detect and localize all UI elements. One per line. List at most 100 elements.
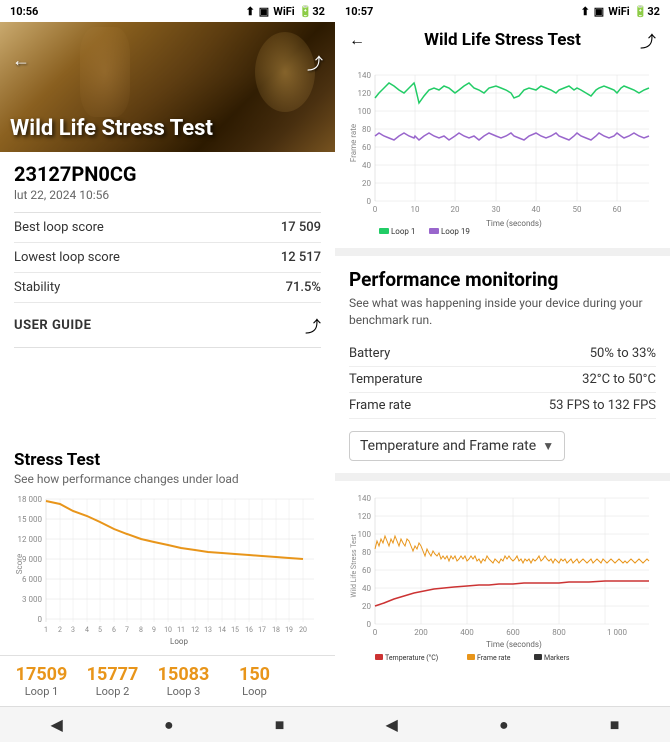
svg-text:16: 16 [245,626,253,634]
svg-text:10: 10 [164,626,172,634]
svg-text:0: 0 [373,205,378,214]
perf-row-battery: Battery 50% to 33% [349,341,656,367]
svg-text:1 000: 1 000 [607,628,627,637]
nav-bar-right: ◀ ● ■ [335,706,670,742]
perf-val-temp: 32°C to 50°C [582,372,656,387]
svg-text:40: 40 [362,584,371,593]
svg-text:50: 50 [573,205,582,214]
svg-text:Loop: Loop [170,637,188,646]
svg-text:40: 40 [362,161,371,170]
stress-chart: 18 000 15 000 12 000 9 000 6 000 3 000 0… [14,494,321,649]
loop-score-3: 15083 [158,664,210,685]
svg-text:120: 120 [358,512,372,521]
status-bar-right: 10:57 ⬆ ▣ WiFi 🔋32 [335,0,670,22]
svg-text:400: 400 [460,628,474,637]
svg-text:10: 10 [411,205,420,214]
svg-text:200: 200 [414,628,428,637]
status-bar-left: 10:56 ⬆ ▣ WiFi 🔋32 [0,0,335,22]
svg-text:Score: Score [15,554,24,574]
loop-label-2: Loop 2 [96,685,130,698]
share-icon-guide[interactable]: ⤴ [305,313,321,337]
loop-score-1: 17509 [16,664,68,685]
wifi-icon-right: WiFi [608,5,629,18]
svg-text:0: 0 [373,628,378,637]
recents-nav-left[interactable]: ■ [275,715,285,735]
svg-text:17: 17 [258,626,266,634]
svg-text:18: 18 [272,626,280,634]
svg-text:100: 100 [358,107,372,116]
svg-text:2: 2 [58,626,62,634]
svg-text:20: 20 [451,205,460,214]
right-content: 140 120 100 80 60 40 20 0 Frame rate [335,58,670,706]
dropdown-button[interactable]: Temperature and Frame rate ▼ [349,431,565,461]
status-icons-right: ⬆ ▣ WiFi 🔋32 [581,5,660,18]
time-left: 10:56 [10,5,38,18]
loop-item-2: 15777 Loop 2 [85,664,140,698]
stress-title: Stress Test [14,450,321,470]
svg-text:20: 20 [362,179,371,188]
svg-text:20: 20 [299,626,307,634]
svg-text:18 000: 18 000 [18,495,43,504]
svg-text:4: 4 [85,626,89,634]
svg-text:Wild Life Stress Test: Wild Life Stress Test [350,533,358,597]
back-arrow-left[interactable]: ← [12,50,30,74]
svg-text:15: 15 [231,626,239,634]
loop-item-1: 17509 Loop 1 [14,664,69,698]
svg-text:30: 30 [492,205,501,214]
device-id: 23127PN0CG [14,162,321,186]
stat-label-lowest: Lowest loop score [14,250,120,265]
home-nav-right[interactable]: ● [499,715,509,735]
perf-val-fps: 53 FPS to 132 FPS [549,398,656,413]
loop-item-3: 15083 Loop 3 [156,664,211,698]
sim-icon-right: ▣ [594,5,604,18]
left-panel: 10:56 ⬆ ▣ WiFi 🔋32 Wild Life Stress Test… [0,0,335,742]
dropdown-label: Temperature and Frame rate [360,438,536,454]
svg-text:9 000: 9 000 [22,555,42,564]
loop-score-2: 15777 [87,664,139,685]
perf-row-fps: Frame rate 53 FPS to 132 FPS [349,393,656,419]
date-line: lut 22, 2024 10:56 [14,188,321,202]
loop-scores: 17509 Loop 1 15777 Loop 2 15083 Loop 3 1… [0,655,335,706]
perf-key-battery: Battery [349,346,390,361]
svg-text:Markers: Markers [544,654,570,662]
svg-text:600: 600 [506,628,520,637]
frame-chart-section: 140 120 100 80 60 40 20 0 Frame rate [335,58,670,256]
share-icon-left[interactable]: ⤴ [307,50,323,74]
frame-chart-svg: 140 120 100 80 60 40 20 0 Frame rate [349,68,656,238]
svg-text:80: 80 [362,548,371,557]
top-nav-right: ← Wild Life Stress Test ⤴ [335,22,670,58]
user-guide-row[interactable]: USER GUIDE ⤴ [14,303,321,348]
hero-section: Wild Life Stress Test ← ⤴ [0,22,335,152]
top-nav-left: ← ⤴ [0,44,335,80]
svg-text:14: 14 [218,626,226,634]
recents-nav-right[interactable]: ■ [610,715,620,735]
loop-label-1: Loop 1 [25,685,59,698]
back-nav-left[interactable]: ◀ [51,715,63,734]
svg-text:15 000: 15 000 [18,515,43,524]
stat-row-lowest: Lowest loop score 12 517 [14,243,321,273]
back-nav-right[interactable]: ◀ [386,715,398,734]
perf-key-temp: Temperature [349,372,422,387]
content-area-left: 23127PN0CG lut 22, 2024 10:56 Best loop … [0,152,335,440]
svg-text:3 000: 3 000 [22,595,42,604]
svg-text:80: 80 [362,125,371,134]
svg-text:Temperature (°C): Temperature (°C) [385,654,438,662]
signal-icon: ⬆ [246,5,255,18]
loop-item-4: 150 Loop [227,664,282,698]
loop-label-4: Loop [242,685,267,698]
svg-text:6: 6 [112,626,116,634]
battery-right: 🔋32 [634,5,660,18]
temp-chart-section: 140 120 100 80 60 40 20 0 Wild Life Stre… [335,481,670,677]
svg-text:140: 140 [358,71,372,80]
svg-text:Loop 19: Loop 19 [441,227,470,236]
hero-title: Wild Life Stress Test [10,116,213,142]
share-icon-right[interactable]: ⤴ [640,28,656,52]
temp-chart-container: 140 120 100 80 60 40 20 0 Wild Life Stre… [349,491,656,671]
perf-desc: See what was happening inside your devic… [349,295,656,329]
stress-subtitle: See how performance changes under load [14,472,321,486]
stress-section: Stress Test See how performance changes … [0,440,335,655]
svg-text:8: 8 [139,626,143,634]
back-arrow-right[interactable]: ← [349,30,365,50]
svg-text:0: 0 [367,620,372,629]
home-nav-left[interactable]: ● [164,715,174,735]
